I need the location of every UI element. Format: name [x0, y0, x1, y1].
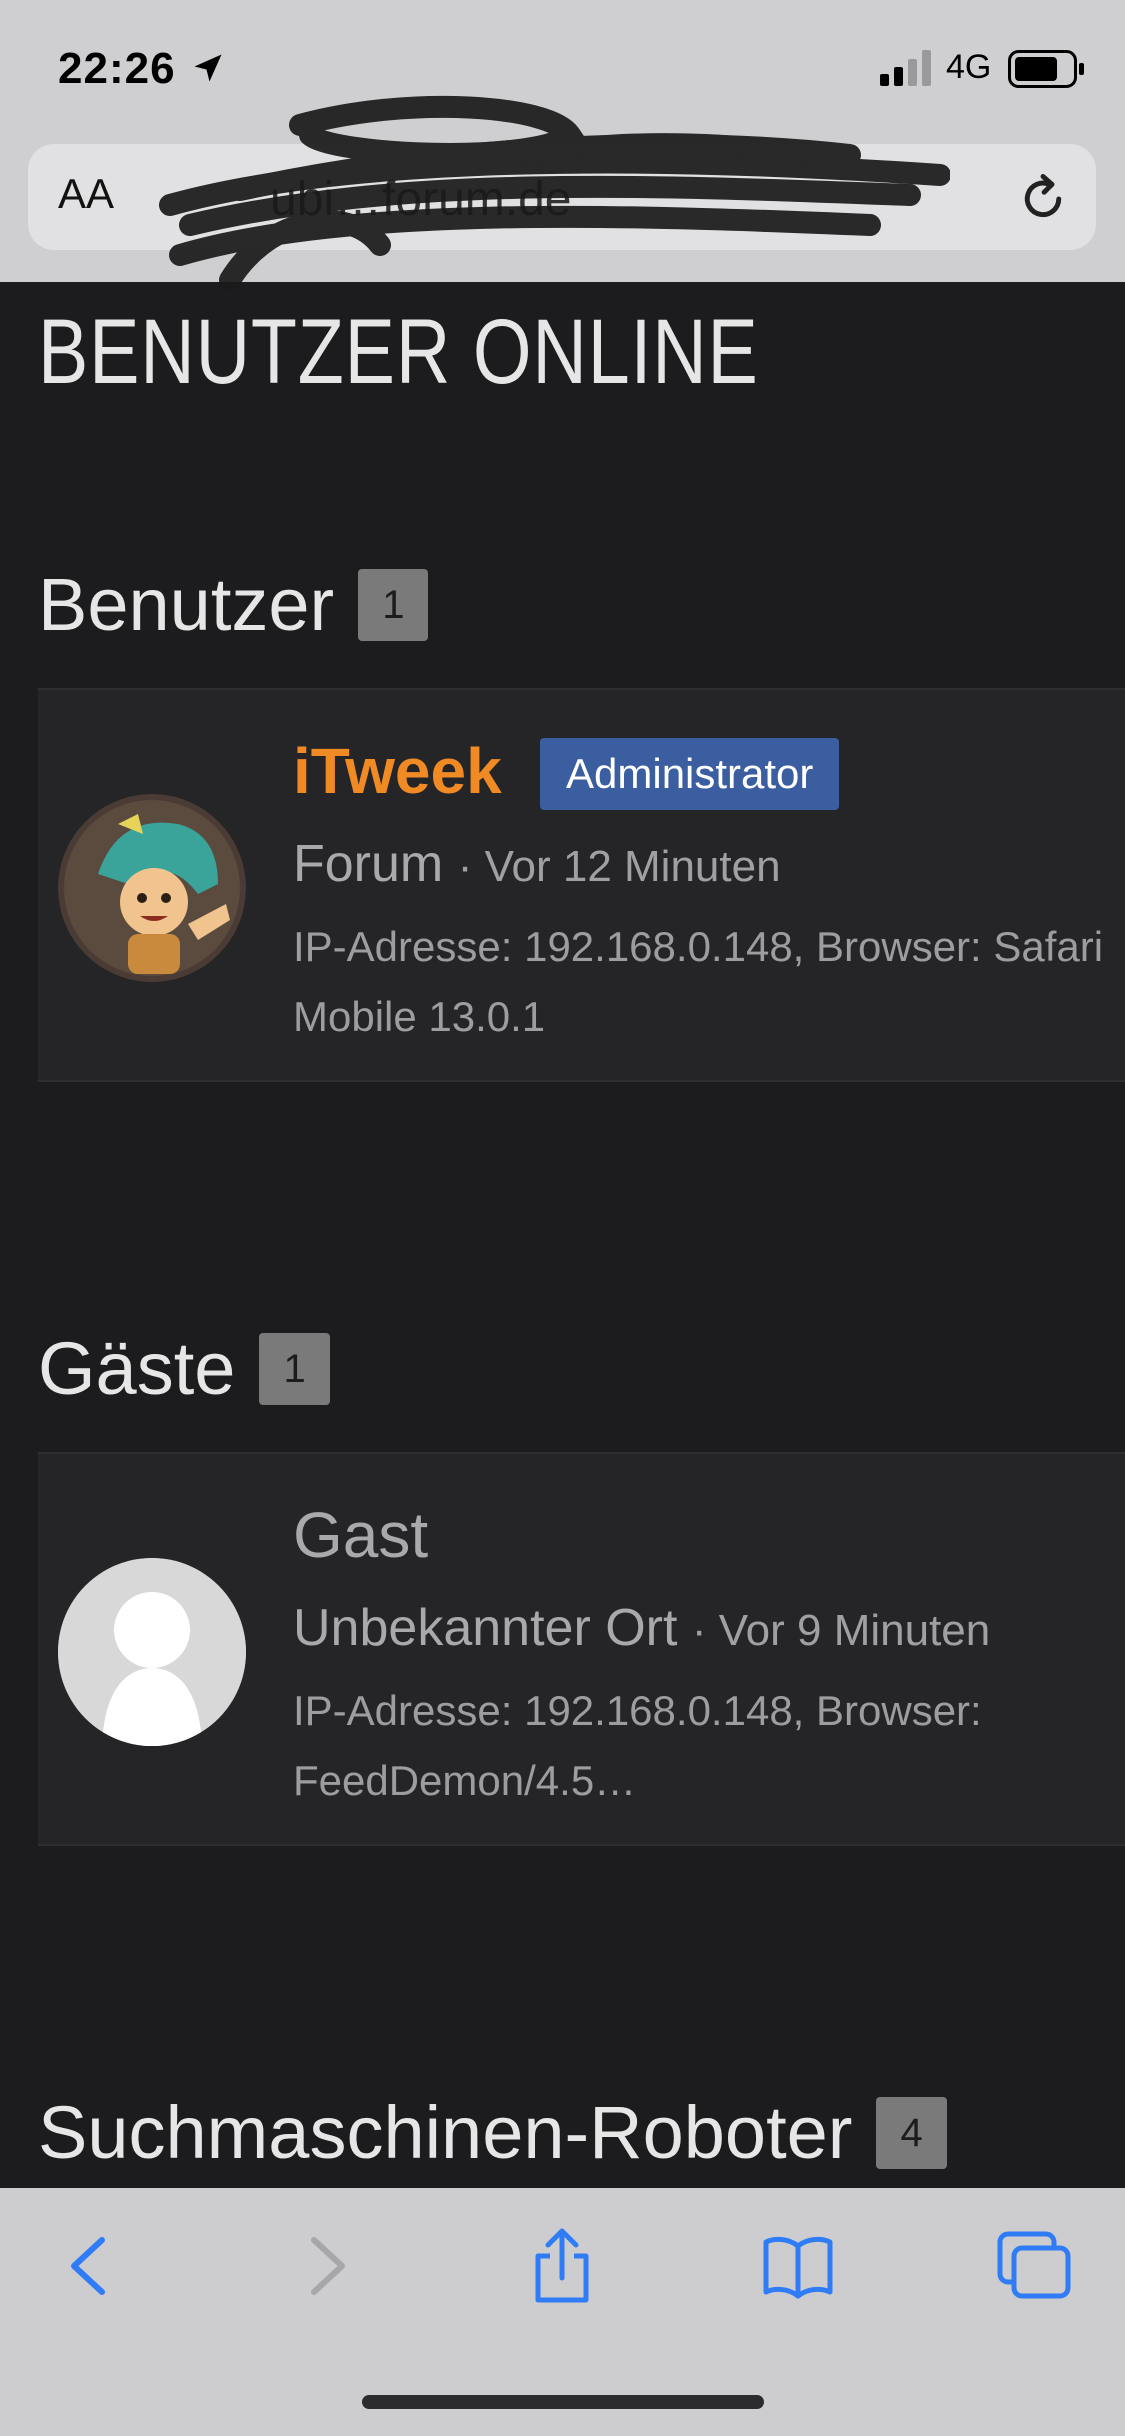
- guest-details: IP-Adresse: 192.168.0.148, Browser: Feed…: [293, 1687, 982, 1804]
- guests-count-badge: 1: [259, 1332, 330, 1405]
- guest-activity: Unbekannter Ort · Vor 9 Minuten: [293, 1598, 990, 1658]
- users-section-label: Benutzer: [38, 563, 335, 646]
- user-avatar[interactable]: [58, 794, 246, 982]
- user-activity: Forum · Vor 12 Minuten: [293, 834, 781, 894]
- tabs-icon[interactable]: [994, 2226, 1074, 2306]
- bookmarks-icon[interactable]: [758, 2226, 838, 2306]
- reload-icon[interactable]: [1016, 172, 1070, 226]
- share-icon[interactable]: [522, 2226, 602, 2306]
- text-size-label: AA: [58, 170, 115, 217]
- user-last-activity: · Vor 12 Minuten: [457, 842, 781, 891]
- user-location-link[interactable]: Forum: [293, 835, 443, 893]
- robots-count-badge: 4: [876, 2096, 947, 2169]
- username-link[interactable]: iTweek: [293, 734, 502, 808]
- users-count-badge: 1: [358, 568, 429, 641]
- chevron-left-icon[interactable]: [50, 2226, 130, 2306]
- chevron-right-icon[interactable]: [286, 2226, 366, 2306]
- battery-icon: [1008, 50, 1084, 88]
- guests-section-title: Gäste 1: [38, 1326, 330, 1411]
- page-title: BENUTZER ONLINE: [38, 301, 759, 403]
- guests-section-label: Gäste: [38, 1327, 236, 1410]
- cellular-signal-icon: [880, 50, 931, 86]
- robots-section-title: Suchmaschinen-Roboter 4: [38, 2090, 947, 2175]
- guest-location: Unbekannter Ort: [293, 1599, 678, 1657]
- guest-card: Gast Unbekannter Ort · Vor 9 Minuten IP-…: [38, 1452, 1125, 1846]
- guest-last-activity: · Vor 9 Minuten: [691, 1606, 991, 1655]
- text-size-button[interactable]: AA: [58, 170, 114, 218]
- home-indicator: [362, 2395, 764, 2409]
- guest-avatar: [58, 1558, 246, 1746]
- user-details: IP-Adresse: 192.168.0.148, Browser: Safa…: [293, 923, 1104, 1040]
- default-user-icon: [58, 1558, 246, 1746]
- network-type: 4G: [946, 48, 992, 86]
- status-time: 22:26: [58, 44, 176, 93]
- guest-name: Gast: [293, 1499, 429, 1571]
- location-arrow-icon: [194, 54, 222, 82]
- users-section-title: Benutzer 1: [38, 562, 429, 647]
- cartoon-avatar-icon: [58, 794, 246, 982]
- redaction-scribble: [159, 95, 950, 291]
- user-card: iTweek Administrator Forum · Vor 12 Minu…: [38, 688, 1125, 1082]
- robots-section-label: Suchmaschinen-Roboter: [38, 2091, 853, 2174]
- role-badge: Administrator: [540, 738, 840, 810]
